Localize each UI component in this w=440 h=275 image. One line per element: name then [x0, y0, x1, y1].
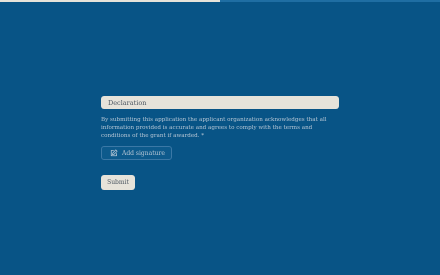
- section-header: Declaration: [101, 96, 339, 109]
- progress-bar-fill: [0, 0, 220, 2]
- progress-bar: [0, 0, 440, 2]
- add-signature-label: Add signature: [122, 149, 165, 157]
- declaration-form: Declaration By submitting this applicati…: [101, 96, 339, 190]
- submit-button[interactable]: Submit: [101, 175, 135, 190]
- add-signature-button[interactable]: Add signature: [101, 146, 172, 160]
- edit-icon: [110, 149, 118, 157]
- declaration-text: By submitting this application the appli…: [101, 117, 327, 139]
- section-title: Declaration: [108, 98, 147, 107]
